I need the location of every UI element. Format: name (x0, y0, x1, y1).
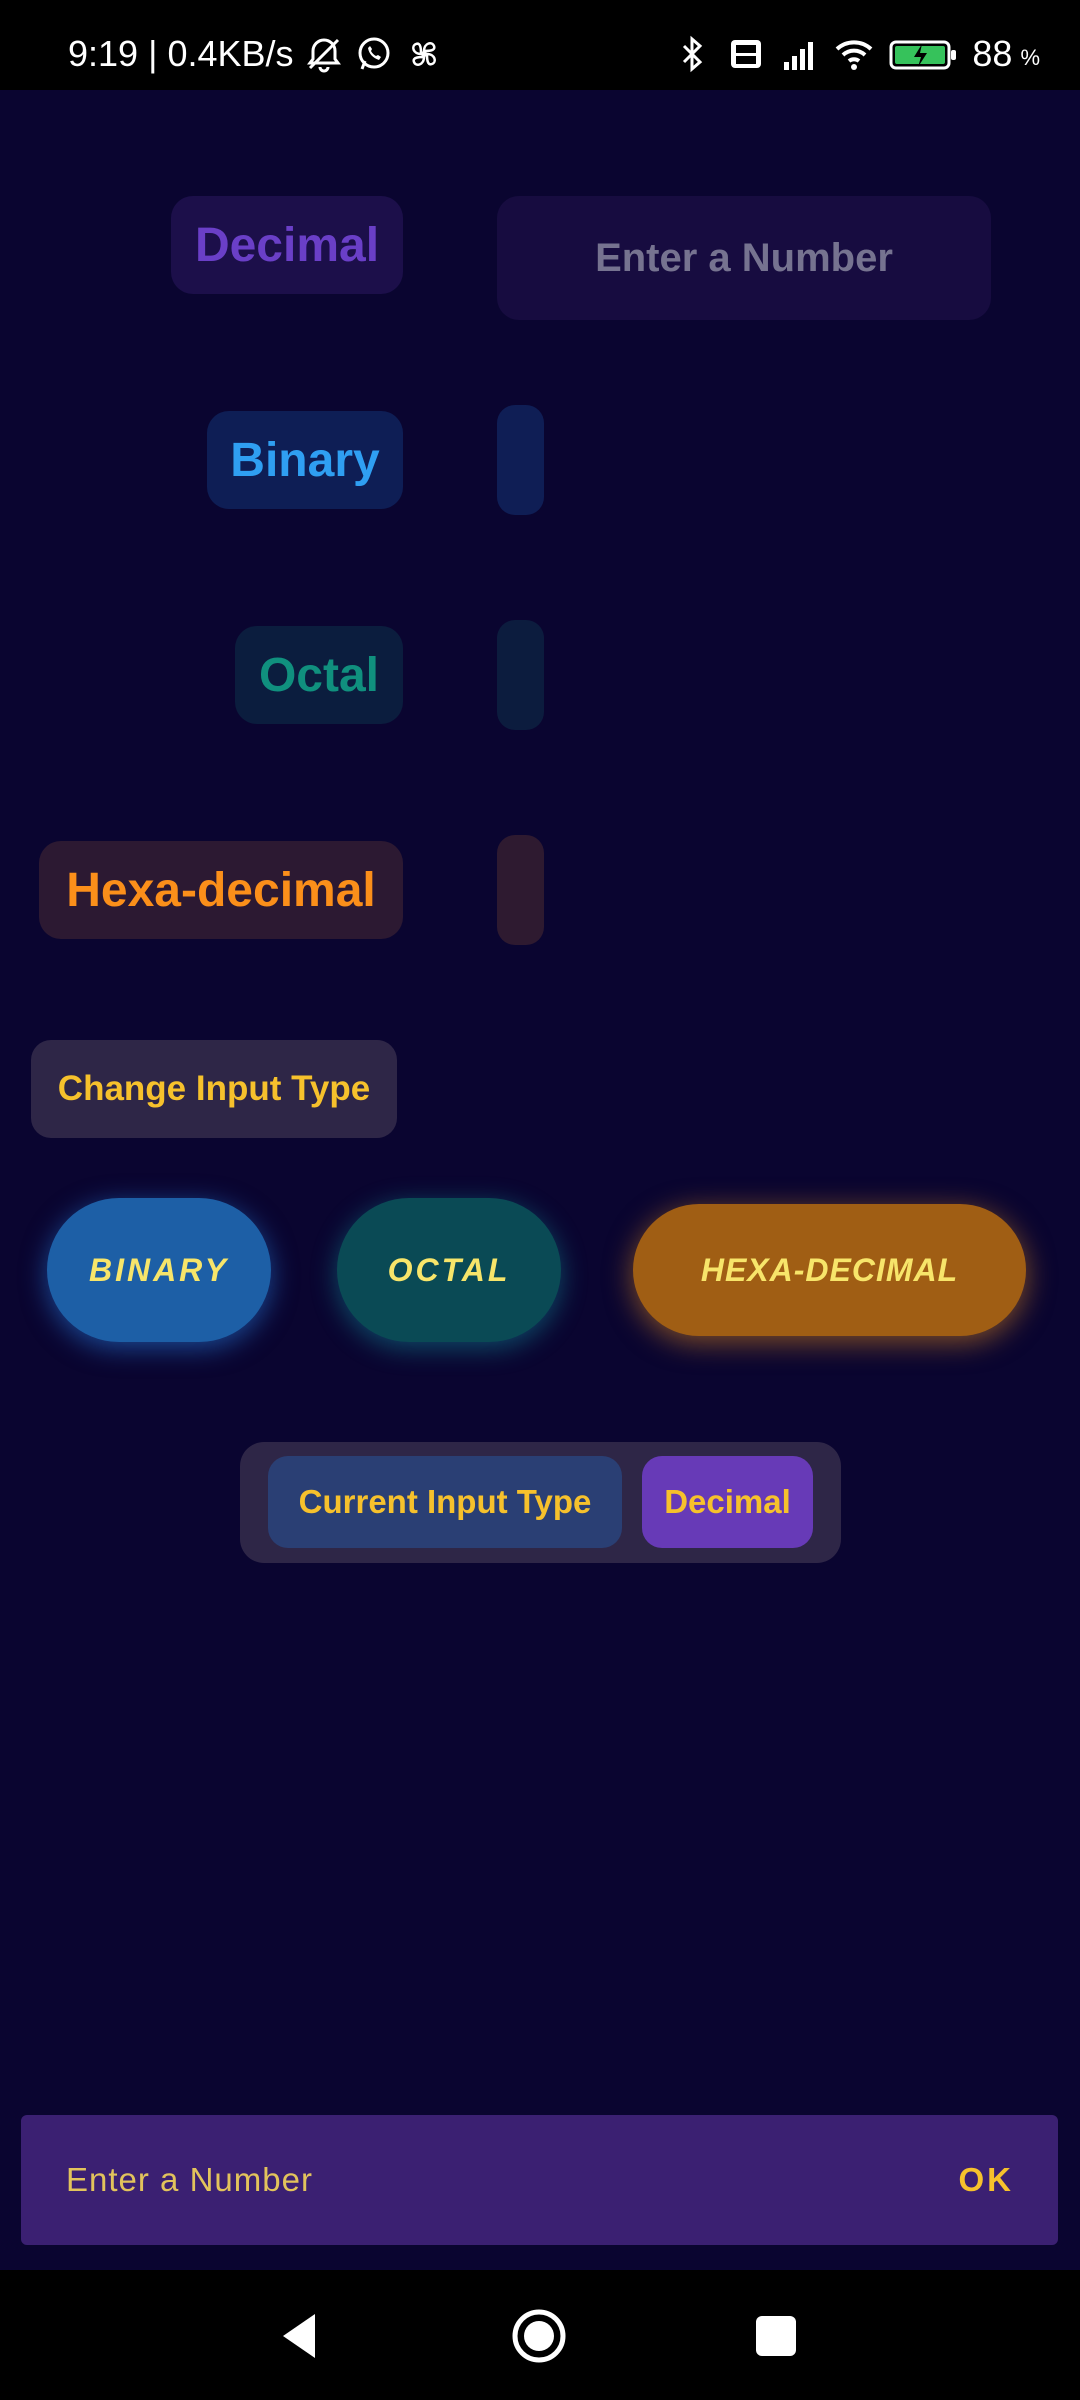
number-entry-field[interactable]: Enter a Number (66, 2115, 866, 2245)
decimal-label: Decimal (171, 196, 403, 294)
change-input-type-button[interactable]: Change Input Type (31, 1040, 397, 1138)
current-input-type-panel: Current Input Type Decimal (240, 1442, 841, 1563)
volte-icon (726, 34, 766, 74)
back-icon[interactable] (271, 2306, 331, 2366)
decimal-input[interactable]: Enter a Number (497, 196, 991, 320)
octal-type-button[interactable]: OCTAL (337, 1198, 561, 1342)
binary-type-button[interactable]: BINARY (47, 1198, 271, 1342)
signal-icon (780, 34, 820, 74)
status-bar-left: 9:19 | 0.4KB/s (68, 34, 444, 74)
ok-button[interactable]: OK (959, 2115, 1015, 2245)
binary-label: Binary (207, 411, 403, 509)
battery-charging-icon (888, 34, 958, 74)
alarm-off-icon (304, 34, 344, 74)
status-time: 9:19 (68, 33, 139, 74)
whatsapp-icon (354, 34, 394, 74)
status-separator: | (148, 33, 158, 74)
navigation-bar (0, 2270, 1080, 2400)
wifi-icon (834, 34, 874, 74)
status-bar-right: 88 % (672, 33, 1040, 74)
battery-level: 88 (972, 33, 1013, 74)
current-input-type-label: Current Input Type (268, 1456, 622, 1548)
bluetooth-icon (672, 34, 712, 74)
status-bar: 9:19 | 0.4KB/s 88 % (0, 0, 1080, 90)
hexadecimal-type-button[interactable]: HEXA-DECIMAL (633, 1204, 1026, 1336)
hex-label: Hexa-decimal (39, 841, 403, 939)
octal-result (497, 620, 544, 730)
current-input-type-value: Decimal (642, 1456, 813, 1548)
battery-unit: % (1020, 45, 1040, 70)
converter-screen: Decimal Enter a Number Binary Octal Hexa… (0, 90, 1080, 2270)
recents-icon[interactable] (746, 2306, 806, 2366)
binary-result (497, 405, 544, 515)
status-network-speed: 0.4KB/s (167, 33, 294, 74)
hex-result (497, 835, 544, 945)
home-icon[interactable] (509, 2306, 569, 2366)
bottom-input-bar: Enter a Number OK (21, 2115, 1058, 2245)
octal-label: Octal (235, 626, 403, 724)
pinwheel-icon (404, 34, 444, 74)
